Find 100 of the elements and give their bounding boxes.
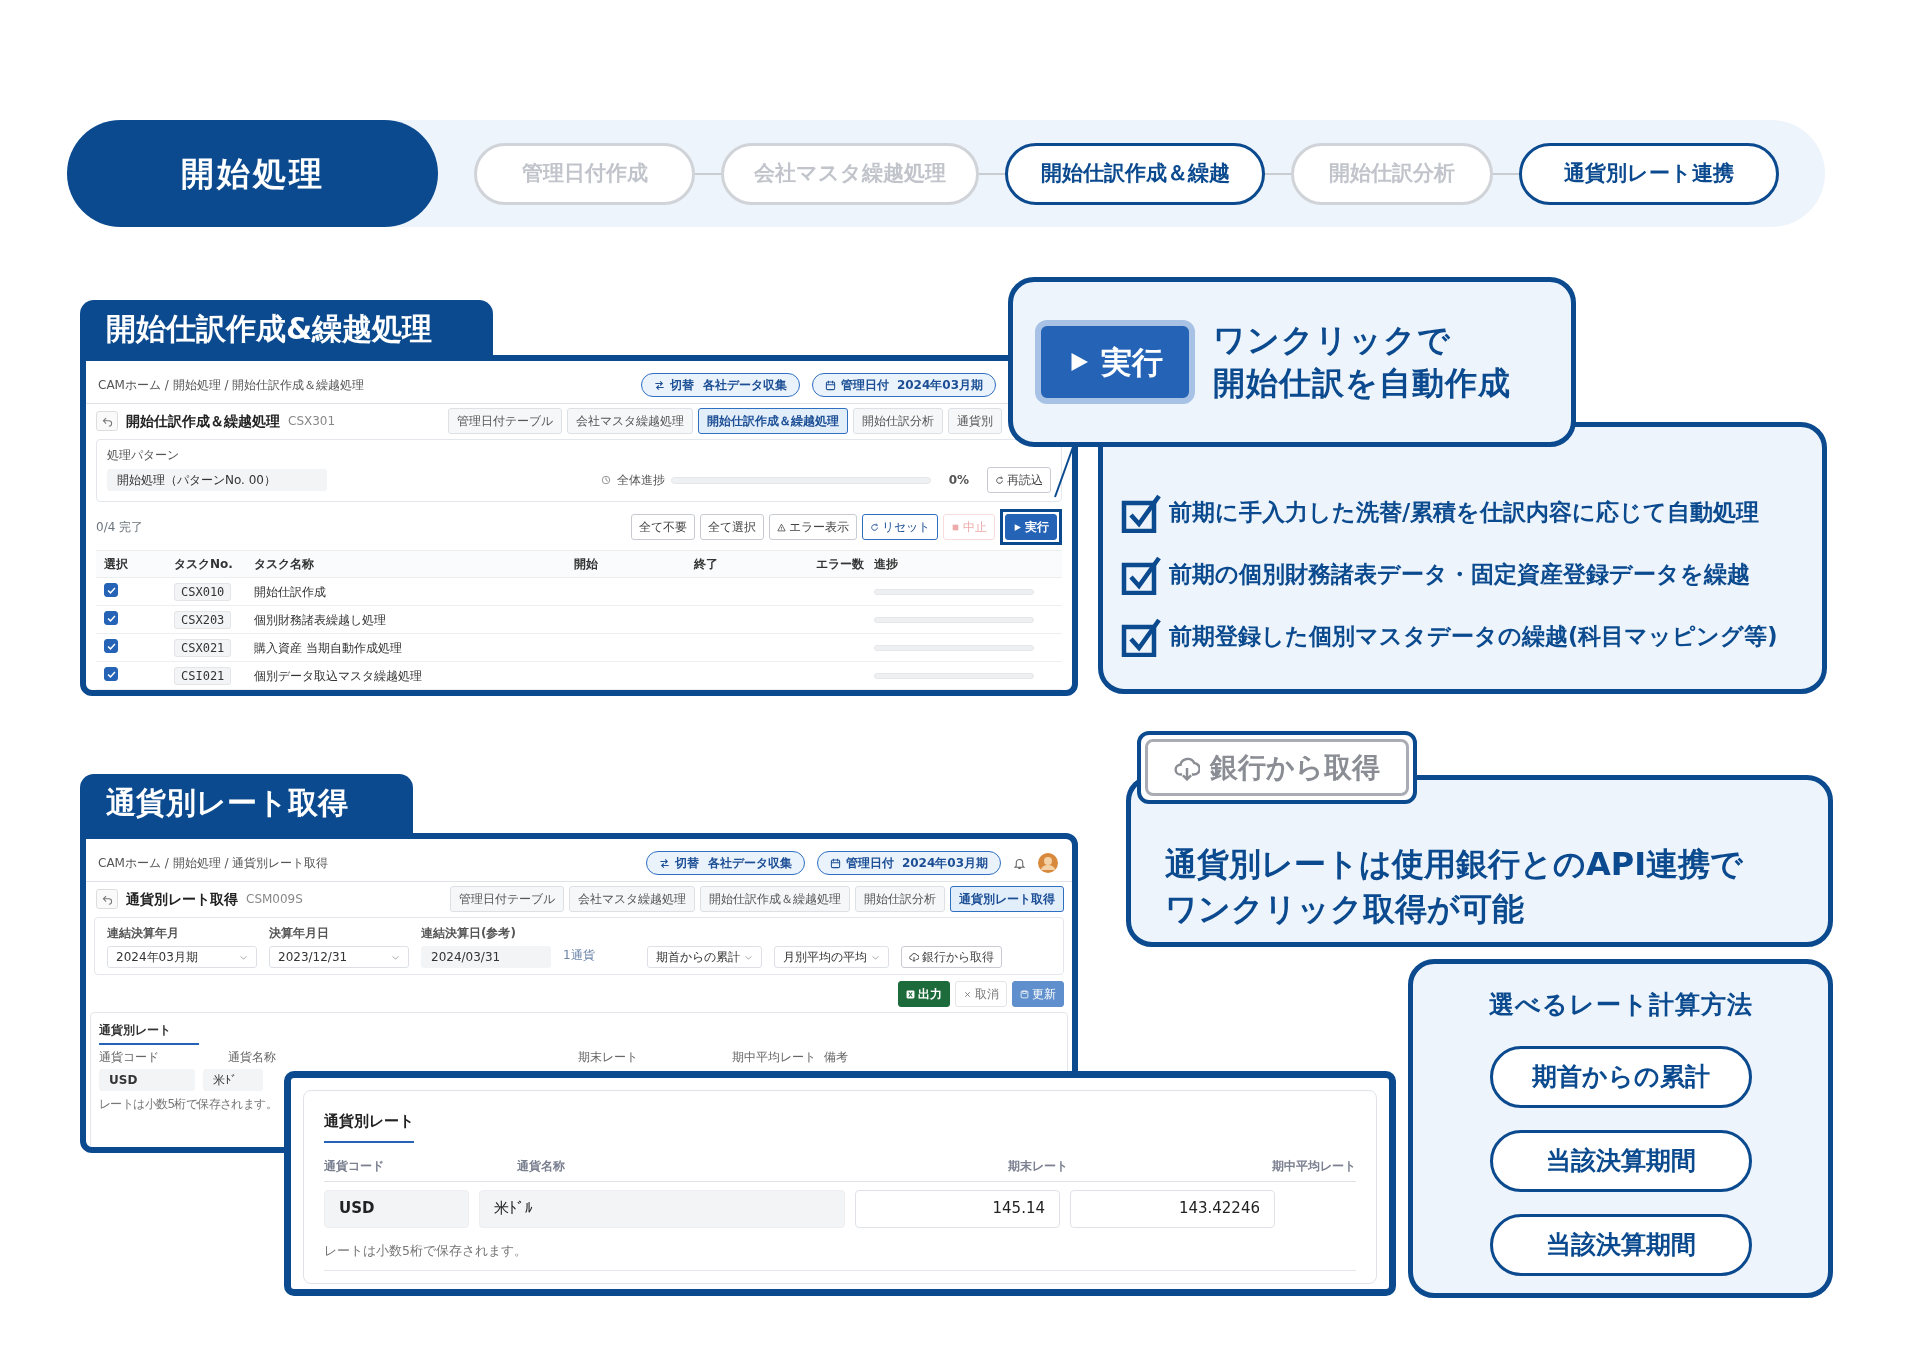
cloud-download-icon [908,952,919,962]
screen-tab[interactable]: 開始仕訳作成＆繰越処理 [700,886,850,912]
progress-label: 全体進捗 [616,472,665,489]
select-field[interactable]: 月別平均の平均 [773,946,889,968]
column-header: 期末レート [578,1049,639,1066]
currency-name-field: 米ﾄﾞﾙ [479,1189,845,1228]
phase-title: 開始処理 [67,120,438,227]
field-label: 決算年月日 [269,925,330,942]
screen-tab[interactable]: 開始仕訳分析 [855,886,945,912]
card-tab[interactable]: 通貨別レート [99,1018,199,1045]
action-button[interactable]: リセット [862,514,938,540]
task-code: CSX010 [174,582,232,601]
action-button[interactable]: 全て選択 [700,514,764,540]
run-button[interactable]: 実行 [1005,514,1057,540]
column-header: 期末レート [1007,1157,1069,1175]
task-code: CSI021 [174,666,232,685]
rate-input[interactable]: 145.14 [855,1189,1060,1228]
column-header: 通貨コード [99,1049,160,1066]
step-pill: 開始仕訳作成＆繰越 [1005,142,1265,205]
column-header: 備考 [824,1049,849,1066]
column-header: タスクNo. [174,556,234,573]
currency-count: 1通貨 [563,947,595,964]
action-button[interactable]: 出力 [898,981,950,1007]
hint-text: レートは小数5桁で保存されます。 [324,1241,1356,1272]
method-pill: 当該決算期間 [1489,1213,1752,1276]
column-header: 期中平均レート [732,1049,817,1066]
field-label: 連結決算年月 [107,925,180,942]
pattern-field: 開始処理（パターンNo. 00） [107,469,327,491]
calendar-icon [829,857,841,869]
step-pill: 通貨別レート連携 [1519,142,1779,205]
column-header: エラー数 [815,556,864,573]
card-tab[interactable]: 通貨別レート [324,1110,414,1143]
switch-button[interactable]: 切替 各社データ収集 [641,373,800,397]
readonly-field: 2024/03/31 [421,946,551,968]
column-header: 終了 [694,556,719,573]
feature-text: 前期登録した個別マスタデータの繰越(科目マッピング等) [1169,622,1778,652]
currency-code-field: USD [324,1189,469,1228]
section-heading: 開始仕訳作成&繰越処理 [80,300,493,357]
screen-tab[interactable]: 会社マスタ繰越処理 [567,408,693,434]
task-code: CSX203 [174,610,232,629]
currency-code-field: USD [99,1069,195,1091]
method-pill: 当該決算期間 [1489,1129,1752,1192]
checkbox[interactable] [104,611,118,625]
avatar [1038,853,1058,873]
back-icon [101,893,113,905]
task-code: CSX021 [174,638,232,657]
callout-text: 通貨別レートは使用銀行とのAPI連携で ワンクリック取得が可能 [1165,844,1745,930]
rate-input[interactable]: 143.42246 [1070,1189,1275,1228]
calendar-icon [824,379,836,391]
clock-icon [600,475,611,485]
select-field[interactable]: 2024年03月期 [107,946,257,968]
screen-tab[interactable]: 管理日付テーブル [450,886,564,912]
select-field[interactable]: 期首からの累計 [646,946,762,968]
completion-count: 0/4 完了 [96,519,144,536]
breadcrumb: CAMホーム / 開始処理 / 開始仕訳作成＆繰越処理 [98,377,365,394]
column-header: 通貨名称 [516,1157,566,1175]
screen-tab[interactable]: 通貨別 [948,408,1002,434]
back-button[interactable] [96,889,118,909]
screen-tab[interactable]: 開始仕訳作成＆繰越処理 [698,408,848,434]
column-header: 選択 [104,556,129,573]
screen-tab[interactable]: 管理日付テーブル [448,408,562,434]
action-button[interactable]: エラー表示 [769,514,857,540]
feature-text: 前期に手入力した洗替/累積を仕訳内容に応じて自動処理 [1169,498,1760,528]
reload-button[interactable]: 再読込 [987,467,1051,493]
checkbox[interactable] [104,583,118,597]
column-header: 開始 [574,556,599,573]
hint-text: レートは小数5桁で保存されます。 [99,1096,278,1113]
back-button[interactable] [96,411,118,431]
callout-text: ワンクリックで 開始仕訳を自動作成 [1213,319,1511,404]
task-name: 個別財務諸表繰越し処理 [254,611,387,629]
switch-button[interactable]: 切替 各社データ収集 [646,851,805,875]
checkbox[interactable] [104,639,118,653]
select-field[interactable]: 2023/12/31 [269,946,409,968]
currency-name-field: 米ﾄﾞ [203,1069,263,1091]
action-button[interactable]: 全て不要 [631,514,695,540]
task-name: 個別データ取込マスタ繰越処理 [254,667,423,685]
column-header: 期中平均レート [1271,1157,1356,1175]
column-header: 進捗 [874,556,899,573]
reload-icon [995,475,1004,485]
screen-tab[interactable]: 会社マスタ繰越処理 [569,886,695,912]
field-label: 処理パターン [107,447,180,464]
step-pill: 管理日付作成 [474,142,695,205]
fetch-button[interactable]: 銀行から取得 [900,946,1002,968]
step-pill: 会社マスタ繰越処理 [721,142,979,205]
play-icon [1013,522,1022,532]
feature-text: 前期の個別財務諸表データ・固定資産登録データを繰越 [1169,560,1750,590]
column-header: 通貨コード [324,1157,385,1175]
screen-tab[interactable]: 通貨別レート取得 [950,886,1064,912]
screen-tab[interactable]: 開始仕訳分析 [853,408,943,434]
date-button[interactable]: 管理日付 2024年03月期 [811,373,996,397]
progress-percent: 0% [948,472,969,489]
close-icon [963,989,972,999]
step-pill: 開始仕訳分析 [1291,142,1493,205]
checkbox[interactable] [104,667,118,681]
date-button[interactable]: 管理日付 2024年03月期 [816,851,1001,875]
reload-icon [870,522,879,532]
swap-icon [654,379,666,391]
page-title: 通貨別レート取得 [126,889,238,909]
card-title: 選べるレート計算方法 [1488,989,1753,1021]
swap-icon [659,857,671,869]
